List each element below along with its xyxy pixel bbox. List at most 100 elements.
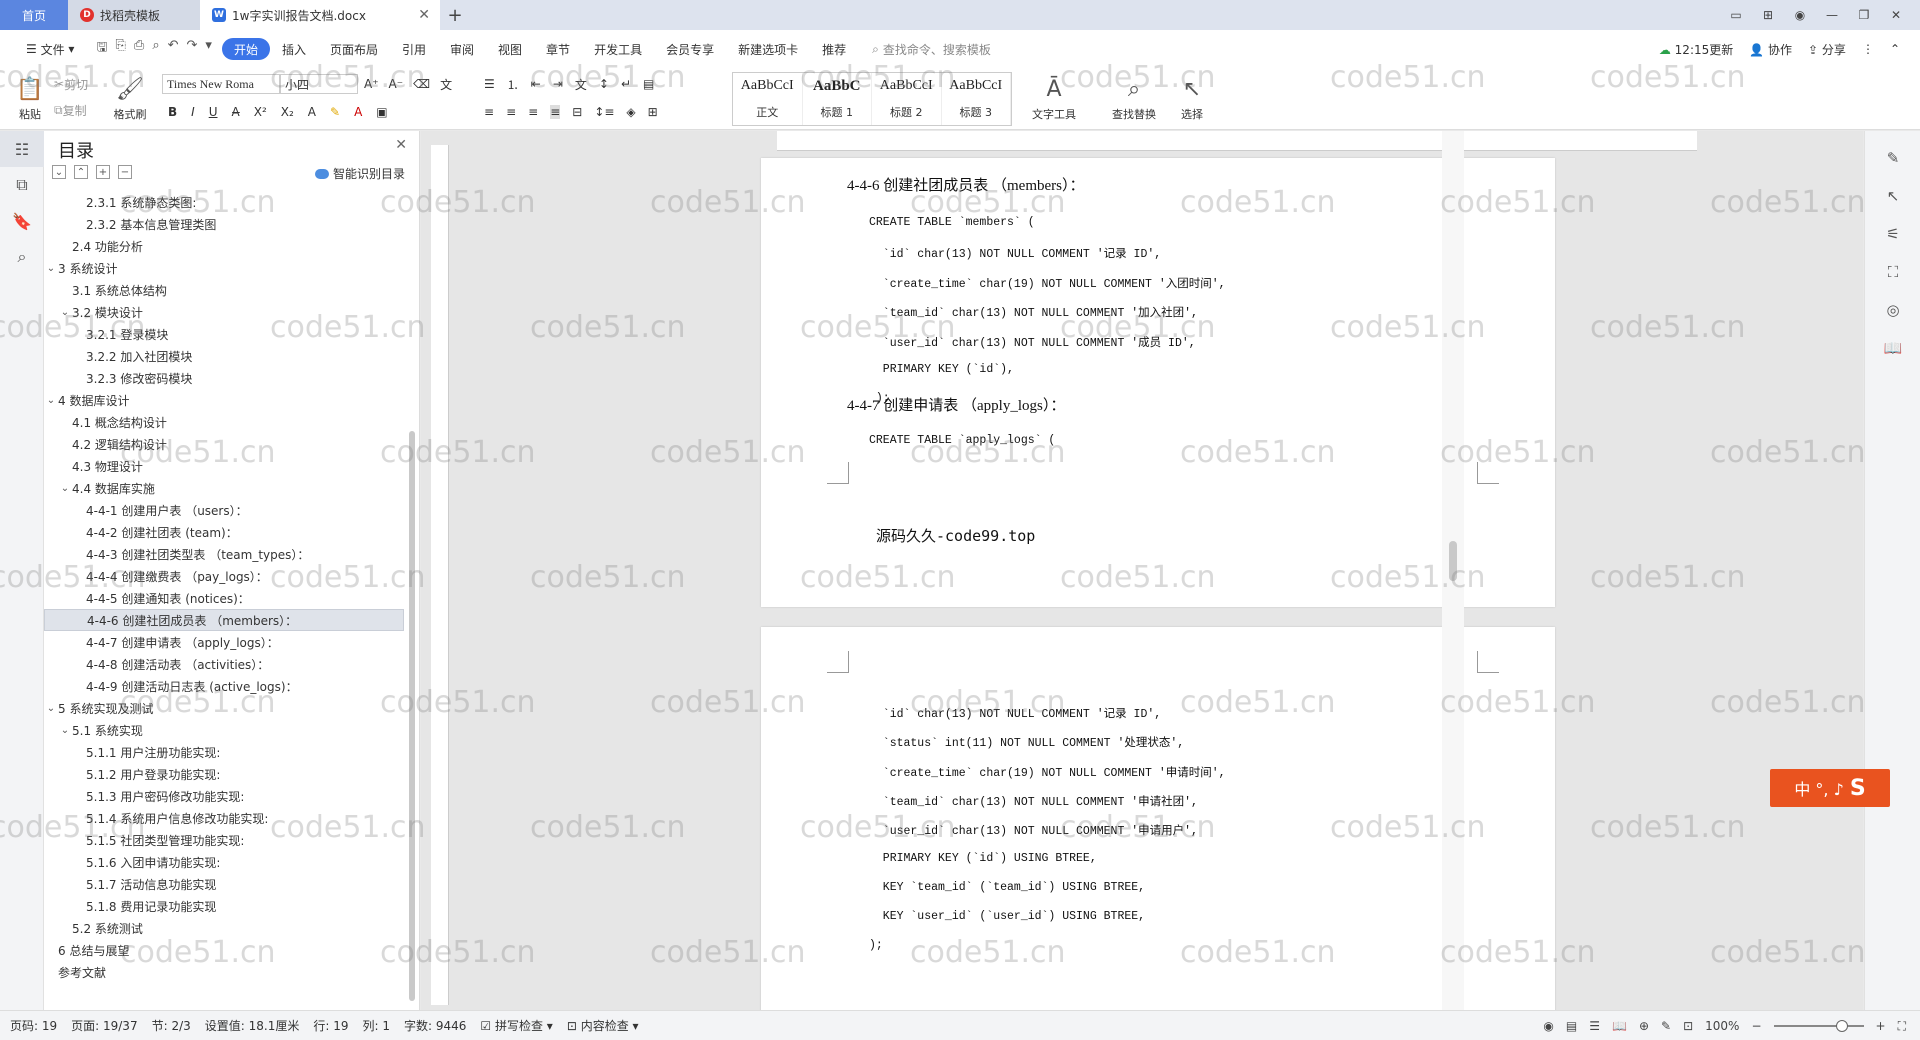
toc-item[interactable]: ⌄ 5.1 系统实现: [44, 719, 404, 741]
close-tab-icon[interactable]: ✕: [418, 7, 430, 23]
line-spacing-icon[interactable]: ↕≡: [594, 105, 614, 119]
toc-item[interactable]: 4-4-3 创建社团类型表 （team_types）：: [44, 543, 404, 565]
format-painter-button[interactable]: 🖌 格式刷: [108, 72, 152, 126]
more-icon[interactable]: ⋮: [1862, 42, 1874, 56]
toc-item[interactable]: ⌄ 4 数据库设计: [44, 389, 404, 411]
redo-icon[interactable]: ↷: [187, 38, 198, 60]
sliders-icon[interactable]: ⚟: [1865, 215, 1920, 253]
horizontal-ruler[interactable]: [777, 131, 1697, 151]
pen-icon[interactable]: ✎: [1865, 139, 1920, 177]
style-preset[interactable]: AaBbCcI 正文: [733, 73, 803, 125]
collapse-all-icon[interactable]: ⌄: [52, 165, 66, 179]
ribbon-tab[interactable]: 页面布局: [318, 38, 390, 60]
close-icon[interactable]: ✕: [395, 137, 407, 153]
toc-item[interactable]: 4-4-9 创建活动日志表 (active_logs)：: [44, 675, 404, 697]
minimize-icon[interactable]: —: [1818, 4, 1846, 26]
chapter-nav-icon[interactable]: ⧉: [0, 167, 44, 203]
grow-font-icon[interactable]: A⁺: [364, 77, 379, 91]
toc-item[interactable]: 5.1.8 费用记录功能实现: [44, 895, 404, 917]
ribbon-tab[interactable]: 开始: [221, 38, 270, 60]
expand-all-icon[interactable]: ⌃: [74, 165, 88, 179]
align-right-icon[interactable]: ≡: [528, 105, 538, 119]
find-replace-button[interactable]: ⌕ 查找替换: [1104, 72, 1164, 126]
table-lines-icon[interactable]: ▤: [643, 77, 654, 91]
toc-item[interactable]: 5.1.2 用户登录功能实现:: [44, 763, 404, 785]
toc-item[interactable]: 3.2.1 登录模块: [44, 323, 404, 345]
toc-item[interactable]: 6 总结与展望: [44, 939, 404, 961]
increase-indent-icon[interactable]: ⇥: [553, 77, 563, 91]
toc-item[interactable]: 参考文献: [44, 961, 404, 983]
chevron-down-icon[interactable]: ⌄: [58, 483, 72, 494]
smart-toc-button[interactable]: 智能识别目录: [314, 165, 405, 182]
text-effect-icon[interactable]: A: [308, 105, 316, 119]
toc-item[interactable]: 4-4-7 创建申请表 （apply_logs）：: [44, 631, 404, 653]
tab-templates[interactable]: D 找稻壳模板: [68, 0, 200, 30]
toc-panel-icon[interactable]: ☷: [0, 131, 44, 167]
chevron-down-icon[interactable]: ⌄: [44, 395, 58, 406]
status-page[interactable]: 页面: 19/37: [71, 1017, 137, 1034]
toc-item[interactable]: ⌄ 3.2 模块设计: [44, 301, 404, 323]
bold-icon[interactable]: B: [168, 105, 177, 119]
zoom-in-icon[interactable]: +: [1876, 1019, 1886, 1033]
bookmark-icon[interactable]: 🔖: [0, 203, 44, 239]
toc-item[interactable]: 2.4 功能分析: [44, 235, 404, 257]
borders-icon[interactable]: ⊞: [648, 105, 658, 119]
ribbon-tab[interactable]: 开发工具: [582, 38, 654, 60]
tab-document[interactable]: W 1w字实训报告文档.docx ✕: [200, 0, 440, 30]
subscript-icon[interactable]: X₂: [281, 105, 294, 119]
style-preset[interactable]: AaBbCcI 标题 2: [872, 73, 942, 125]
command-search[interactable]: ⌕ 查找命令、搜索模板: [858, 41, 991, 58]
content-check-button[interactable]: ⊡ 内容检查 ▾: [567, 1017, 639, 1034]
write-mode-icon[interactable]: ✎: [1661, 1019, 1671, 1033]
align-center-icon[interactable]: ≡: [506, 105, 516, 119]
close-window-icon[interactable]: ✕: [1882, 4, 1910, 26]
chevron-down-icon[interactable]: ⌄: [44, 263, 58, 274]
web-view-icon[interactable]: ⊕: [1639, 1019, 1649, 1033]
ime-toolbar[interactable]: 中 °, ♪ S: [1770, 769, 1890, 807]
tab-home[interactable]: 首页: [0, 0, 68, 30]
toc-item[interactable]: 3.2.3 修改密码模块: [44, 367, 404, 389]
justify-icon[interactable]: ≡: [550, 105, 561, 119]
status-setting[interactable]: 设置值: 18.1厘米: [205, 1017, 300, 1034]
document-page[interactable]: 4-4-6 创建社团成员表 （members）： CREATE TABLE `m…: [761, 158, 1555, 607]
toc-item[interactable]: 4-4-5 创建通知表 (notices)：: [44, 587, 404, 609]
fullscreen-icon[interactable]: ⛶: [1898, 1019, 1906, 1034]
style-preset[interactable]: AaBbC 标题 1: [803, 73, 872, 125]
toc-item[interactable]: 5.2 系统测试: [44, 917, 404, 939]
status-row[interactable]: 行: 19: [313, 1017, 348, 1034]
spell-check-button[interactable]: ☑ 拼写检查 ▾: [480, 1017, 552, 1034]
undo-icon[interactable]: ↶: [168, 38, 179, 60]
outline-view-icon[interactable]: ☰: [1589, 1019, 1600, 1033]
toc-item[interactable]: 5.1.6 入团申请功能实现:: [44, 851, 404, 873]
show-marks-icon[interactable]: ↵: [621, 77, 631, 91]
zoom-slider-thumb[interactable]: [1835, 1020, 1848, 1032]
ribbon-tab[interactable]: 审阅: [438, 38, 486, 60]
shrink-font-icon[interactable]: A⁻: [389, 77, 404, 91]
collab-button[interactable]: 👤 协作: [1749, 41, 1792, 58]
avatar[interactable]: ◉: [1786, 4, 1814, 26]
cut-button[interactable]: ✂ 剪切: [54, 74, 88, 94]
eye-protect-icon[interactable]: ◉: [1543, 1019, 1553, 1033]
chevron-down-icon[interactable]: ⌄: [44, 703, 58, 714]
zoom-value[interactable]: 100%: [1705, 1019, 1739, 1033]
toc-item[interactable]: 4.1 概念结构设计: [44, 411, 404, 433]
italic-icon[interactable]: I: [191, 105, 195, 119]
ribbon-tab[interactable]: 视图: [486, 38, 534, 60]
chinese-layout-icon[interactable]: 文: [575, 76, 587, 93]
status-col[interactable]: 列: 1: [362, 1017, 390, 1034]
toc-item[interactable]: 4-4-1 创建用户表 （users）：: [44, 499, 404, 521]
distribute-icon[interactable]: ⊟: [572, 105, 582, 119]
toc-item[interactable]: 3.1 系统总体结构: [44, 279, 404, 301]
toc-item[interactable]: 3.2.2 加入社团模块: [44, 345, 404, 367]
status-page-num[interactable]: 页码: 19: [10, 1017, 57, 1034]
ribbon-tab[interactable]: 章节: [534, 38, 582, 60]
reading-view-icon[interactable]: 📖: [1612, 1019, 1627, 1033]
toc-item[interactable]: 5.1.4 系统用户信息修改功能实现:: [44, 807, 404, 829]
ribbon-tab[interactable]: 会员专享: [654, 38, 726, 60]
status-word-count[interactable]: 字数: 9446: [404, 1017, 466, 1034]
chevron-down-icon[interactable]: ⌄: [58, 725, 72, 736]
zoom-slider[interactable]: [1773, 1020, 1864, 1032]
align-left-icon[interactable]: ≡: [484, 105, 494, 119]
search-icon[interactable]: ⌕: [0, 239, 44, 275]
toc-item[interactable]: 4.3 物理设计: [44, 455, 404, 477]
